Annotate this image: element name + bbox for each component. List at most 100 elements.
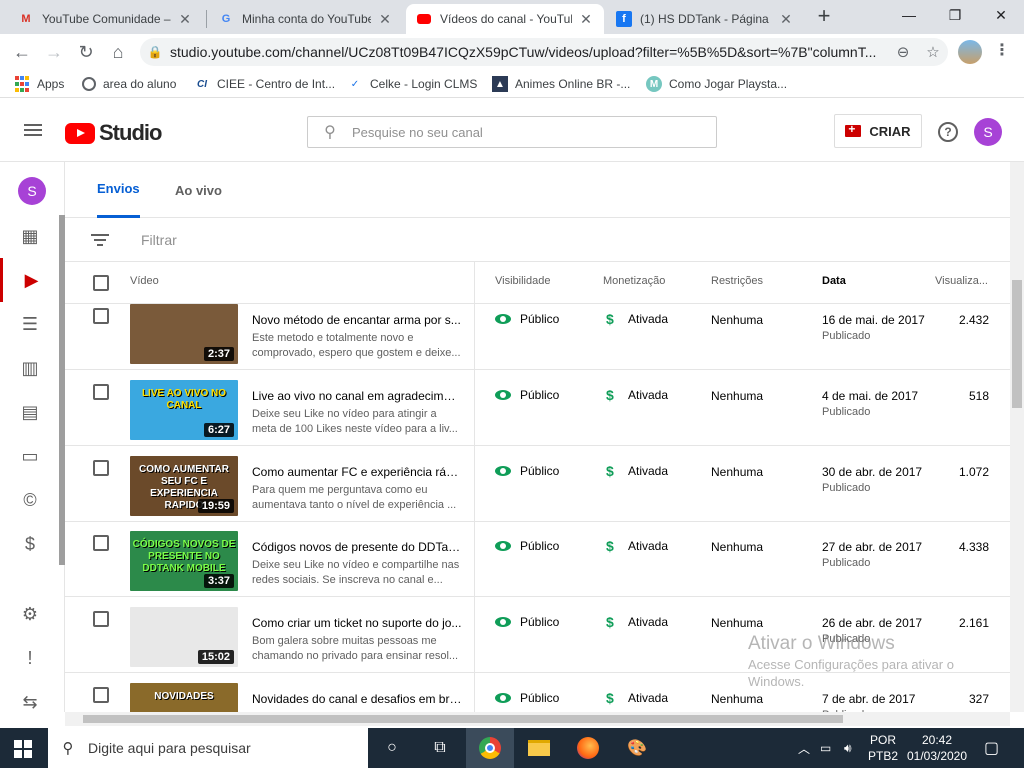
column-visibility[interactable]: Visibilidade [495,262,550,304]
monetization-icon[interactable]: $ [0,522,60,566]
address-bar[interactable]: 🔒 studio.youtube.com/channel/UCz08Tt09B4… [140,38,948,66]
video-title[interactable]: Como aumentar FC e experiência rápi... [252,465,462,479]
create-button[interactable]: CRIAR [834,114,922,148]
videos-icon[interactable]: ▶ [0,258,60,302]
row-checkbox[interactable] [93,384,109,400]
close-tab-icon[interactable]: ✕ [578,11,594,28]
video-title[interactable]: Códigos novos de presente do DDTan... [252,540,462,554]
firefox-icon[interactable] [564,728,612,768]
minimize-window-icon[interactable]: — [886,0,932,30]
tab-envios[interactable]: Envios [97,162,140,218]
task-view-icon[interactable]: ⧉ [416,728,464,768]
reload-icon[interactable]: ↻ [72,38,100,66]
analytics-icon[interactable]: ▥ [0,346,60,390]
forward-icon[interactable]: → [40,38,68,66]
video-title[interactable]: Live ao vivo no canal em agradecimen... [252,389,462,403]
visibility-status[interactable]: Público [495,615,559,629]
taskbar-search-input[interactable]: ⚲ Digite aqui para pesquisar [48,728,368,768]
studio-logo[interactable]: Studio [65,120,162,146]
tab-ao-vivo[interactable]: Ao vivo [175,162,222,218]
video-thumbnail[interactable]: 15:02 [130,607,238,667]
menu-hamburger-icon[interactable] [24,124,42,136]
notifications-icon[interactable]: ▢ [984,728,999,768]
column-monetization[interactable]: Monetização [603,262,665,304]
row-checkbox[interactable] [93,687,109,703]
browser-menu-icon[interactable]: ⋮ [992,40,1012,64]
column-date[interactable]: Data [822,262,846,304]
browser-tab-videos-do-canal[interactable]: Vídeos do canal - YouTube ✕ [406,4,604,34]
input-language[interactable]: POR PTB2 [868,728,898,768]
monetization-status[interactable]: $ Ativada [606,614,668,630]
monetization-status[interactable]: $ Ativada [606,690,668,706]
video-thumbnail[interactable]: LIVE AO VIVO NO CANAL 6:27 [130,380,238,440]
settings-icon[interactable]: ⚙ [0,592,60,636]
bookmark-ciee[interactable]: CI CIEE - Centro de Int... [194,70,335,98]
bookmark-star-icon[interactable]: ☆ [918,43,948,61]
channel-avatar[interactable]: S [18,177,46,205]
creator-studio-classic-icon[interactable]: ⇆ [0,680,60,724]
scrollbar-thumb[interactable] [83,715,843,723]
comments-icon[interactable]: ▤ [0,390,60,434]
table-horizontal-scrollbar[interactable] [65,712,1010,726]
network-icon[interactable]: ▭ [820,728,831,768]
monetization-status[interactable]: $ Ativada [606,311,668,327]
browser-tab-youtube-comunidade[interactable]: M YouTube Comunidade – ✕ [8,4,203,34]
feedback-icon[interactable]: ! [0,636,60,680]
zoom-icon[interactable]: ⊖ [888,43,918,61]
visibility-status[interactable]: Público [495,464,559,478]
close-tab-icon[interactable]: ✕ [377,11,393,28]
row-checkbox[interactable] [93,535,109,551]
dashboard-icon[interactable]: ▦ [0,214,60,258]
bookmark-apps[interactable]: Apps [14,70,64,98]
cortana-icon[interactable]: ○ [368,728,416,768]
copyright-icon[interactable]: © [0,478,60,522]
page-vertical-scrollbar[interactable] [1010,162,1024,712]
column-restrictions[interactable]: Restrições [711,262,763,304]
channel-search-input[interactable]: ⚲ Pesquise no seu canal [307,116,717,148]
table-row[interactable]: COMO AUMENTAR SEU FC E EXPERIENCIA RAPID… [65,446,1010,522]
paint-icon[interactable]: 🎨 [613,728,661,768]
video-title[interactable]: Novo método de encantar arma por s... [252,313,462,327]
video-title[interactable]: Novidades do canal e desafios em bre... [252,692,462,706]
table-row[interactable]: 2:37 Novo método de encantar arma por s..… [65,304,1010,370]
column-views[interactable]: Visualiza... [935,262,988,304]
row-checkbox[interactable] [93,460,109,476]
volume-icon[interactable]: 🔊︎ [844,728,852,768]
tray-chevron-icon[interactable]: ︿ [798,728,810,768]
video-thumbnail[interactable]: 2:37 [130,304,238,364]
restore-window-icon[interactable]: ❐ [932,0,978,30]
video-thumbnail[interactable]: CÓDIGOS NOVOS DE PRESENTE NO DDTANK MOBI… [130,531,238,591]
subtitles-icon[interactable]: ▭ [0,434,60,478]
chrome-taskbar-icon[interactable] [466,728,514,768]
back-icon[interactable]: ← [8,38,36,66]
select-all-checkbox[interactable] [93,275,109,291]
visibility-status[interactable]: Público [495,691,559,705]
help-icon[interactable]: ? [938,122,958,142]
video-title[interactable]: Como criar um ticket no suporte do jo... [252,616,462,630]
close-tab-icon[interactable]: ✕ [177,11,193,28]
clock[interactable]: 20:42 01/03/2020 [906,728,968,768]
visibility-status[interactable]: Público [495,539,559,553]
scrollbar-thumb[interactable] [1012,280,1022,408]
close-window-icon[interactable]: ✕ [978,0,1024,30]
bookmark-animes-online[interactable]: ▲ Animes Online BR -... [492,70,630,98]
playlists-icon[interactable]: ☰ [0,302,60,346]
windows-start-icon[interactable] [14,740,32,758]
monetization-status[interactable]: $ Ativada [606,538,668,554]
visibility-status[interactable]: Público [495,388,559,402]
table-row[interactable]: CÓDIGOS NOVOS DE PRESENTE NO DDTANK MOBI… [65,521,1010,597]
browser-tab-minha-conta[interactable]: G Minha conta do YouTube ✕ [208,4,403,34]
new-tab-button[interactable]: + [812,4,836,30]
row-checkbox[interactable] [93,308,109,324]
visibility-status[interactable]: Público [495,312,559,326]
home-icon[interactable]: ⌂ [104,38,132,66]
monetization-status[interactable]: $ Ativada [606,463,668,479]
bookmark-celke[interactable]: ✓ Celke - Login CLMS [347,70,478,98]
browser-tab-hs-ddtank[interactable]: f (1) HS DDTank - Página in ✕ [606,4,804,34]
filter-icon[interactable] [91,234,109,246]
bookmark-area-do-aluno[interactable]: area do aluno [82,70,176,98]
monetization-status[interactable]: $ Ativada [606,387,668,403]
filter-bar[interactable]: Filtrar [65,218,1010,262]
account-avatar[interactable]: S [974,118,1002,146]
lock-icon[interactable]: 🔒 [140,45,170,59]
